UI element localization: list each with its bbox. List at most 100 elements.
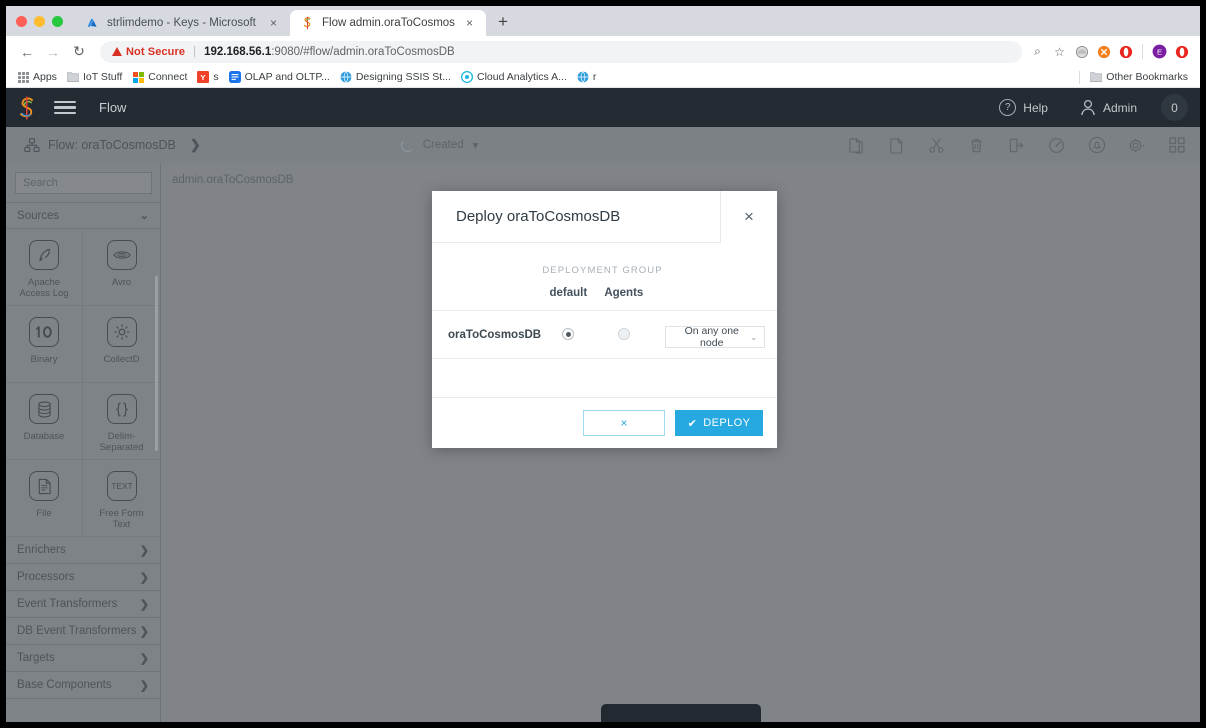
flow-status[interactable]: Created ▾ xyxy=(400,138,479,152)
node-option-select[interactable]: On any one node ⌄ xyxy=(664,325,765,349)
palette-item-free-form-text[interactable]: TEXT Free Form Text xyxy=(83,460,160,537)
delete-icon[interactable] xyxy=(967,136,986,155)
deployment-table: default Agents oraToCosmosDB On any one … xyxy=(432,287,777,359)
bookmark-star-icon[interactable]: ☆ xyxy=(1051,43,1068,60)
binary-icon xyxy=(29,317,59,347)
url-host: 192.168.56.1 xyxy=(204,45,272,58)
back-button[interactable]: ← xyxy=(14,39,40,65)
palette-item-collectd[interactable]: CollectD xyxy=(83,306,160,383)
notification-badge[interactable]: 0 xyxy=(1161,94,1188,121)
bookmark-olap-oltp[interactable]: OLAP and OLTP... xyxy=(226,71,337,83)
grid-view-icon[interactable] xyxy=(1167,136,1186,155)
cut-icon[interactable] xyxy=(927,136,946,155)
paste-icon[interactable] xyxy=(887,136,906,155)
palette-group-event-transformers[interactable]: Event Transformers ❯ xyxy=(6,591,160,618)
palette-group-targets[interactable]: Targets ❯ xyxy=(6,645,160,672)
zoom-icon[interactable]: ⌕ xyxy=(1029,43,1046,60)
help-label: Help xyxy=(1023,100,1048,115)
radio-default[interactable] xyxy=(562,328,575,341)
palette-item-label: Apache Access Log xyxy=(19,277,69,299)
bookmarks-bar: Apps IoT Stuff Connect Y s OLAP and OLTP… xyxy=(6,67,1200,88)
bookmark-apps[interactable]: Apps xyxy=(14,71,64,83)
toolbar-icons xyxy=(847,136,1186,155)
export-icon[interactable] xyxy=(1007,136,1026,155)
extension-red2-icon[interactable] xyxy=(1173,43,1190,60)
palette-item-avro[interactable]: Avro xyxy=(83,229,160,306)
chevron-right-icon[interactable]: ❯ xyxy=(140,571,149,584)
browser-window: strlimdemo - Keys - Microsoft × Flow adm… xyxy=(6,6,1200,722)
palette-group-db-event-transformers[interactable]: DB Event Transformers ❯ xyxy=(6,618,160,645)
cancel-button[interactable]: × xyxy=(583,410,665,436)
radio-agents[interactable] xyxy=(617,328,630,341)
new-tab-button[interactable]: + xyxy=(486,13,508,36)
chevron-right-icon[interactable]: ❯ xyxy=(140,679,149,692)
bookmark-connect[interactable]: Connect xyxy=(129,71,194,83)
deploy-button[interactable]: ✔ DEPLOY xyxy=(675,410,763,436)
close-window-button[interactable] xyxy=(16,16,27,27)
profile-avatar[interactable]: E xyxy=(1151,43,1168,60)
extension-orange-icon[interactable] xyxy=(1095,43,1112,60)
table-header-blank xyxy=(432,287,541,311)
search-input[interactable] xyxy=(15,172,152,194)
close-icon[interactable]: × xyxy=(720,191,777,243)
chevron-right-icon[interactable]: ❯ xyxy=(140,625,149,638)
other-bookmarks-label: Other Bookmarks xyxy=(1106,71,1188,83)
user-menu[interactable]: Admin xyxy=(1064,99,1153,116)
extension-red-icon[interactable] xyxy=(1117,43,1134,60)
bookmark-r[interactable]: r xyxy=(574,71,604,83)
palette-item-label: Avro xyxy=(111,277,132,288)
browser-tab-1[interactable]: strlimdemo - Keys - Microsoft × xyxy=(75,10,290,36)
maximize-window-button[interactable] xyxy=(52,16,63,27)
help-button[interactable]: ? Help xyxy=(983,99,1064,116)
node-select-cell[interactable]: On any one node ⌄ xyxy=(652,310,777,359)
palette-item-delim-separated[interactable]: Delim- Separated xyxy=(83,383,160,460)
chevron-right-icon[interactable]: ❯ xyxy=(140,652,149,665)
palette-item-database[interactable]: Database xyxy=(6,383,83,460)
hamburger-menu[interactable] xyxy=(54,100,76,115)
reload-button[interactable]: ↻ xyxy=(66,39,92,65)
breadcrumb[interactable]: Flow: oraToCosmosDB ❯ xyxy=(24,137,201,153)
browser-tab-2-close-icon[interactable]: × xyxy=(462,16,477,30)
chevron-down-icon[interactable]: ⌄ xyxy=(750,332,758,343)
palette-group-targets-label: Targets xyxy=(17,652,55,664)
other-bookmarks[interactable]: Other Bookmarks xyxy=(1079,70,1192,84)
browser-toolbar: ← → ↻ Not Secure | 192.168.56.1 :9080/#f… xyxy=(6,36,1200,67)
copy-icon[interactable] xyxy=(847,136,866,155)
extension-grey-icon[interactable] xyxy=(1073,43,1090,60)
radio-agents-cell[interactable] xyxy=(595,310,652,359)
minimize-window-button[interactable] xyxy=(34,16,45,27)
breadcrumb-chevron-icon[interactable]: ❯ xyxy=(190,137,201,153)
alerts-icon[interactable] xyxy=(1087,136,1106,155)
palette-scrollbar[interactable] xyxy=(155,276,158,451)
palette-item-file[interactable]: File xyxy=(6,460,83,537)
palette-group-processors[interactable]: Processors ❯ xyxy=(6,564,160,591)
browser-tab-2-title: Flow admin.oraToCosmosDB xyxy=(322,17,455,29)
check-icon: ✔ xyxy=(687,417,698,430)
chevron-right-icon[interactable]: ❯ xyxy=(140,598,149,611)
address-bar[interactable]: Not Secure | 192.168.56.1 :9080/#flow/ad… xyxy=(100,40,1022,63)
chevron-down-icon[interactable]: ⌄ xyxy=(140,209,149,222)
bookmark-iot-stuff[interactable]: IoT Stuff xyxy=(64,71,129,83)
monitor-icon[interactable] xyxy=(1047,136,1066,155)
palette-group-db-event-transformers-label: DB Event Transformers xyxy=(17,625,137,637)
browser-tab-2[interactable]: Flow admin.oraToCosmosDB × xyxy=(290,10,486,36)
canvas-bottom-panel[interactable] xyxy=(601,704,761,722)
bookmark-cloud-analytics[interactable]: Cloud Analytics A... xyxy=(458,71,574,83)
palette-group-sources[interactable]: Sources ⌄ xyxy=(6,202,160,229)
palette-group-enrichers[interactable]: Enrichers ❯ xyxy=(6,537,160,564)
deploy-button-label: DEPLOY xyxy=(703,417,751,429)
radio-default-cell[interactable] xyxy=(541,310,596,359)
chevron-right-icon[interactable]: ❯ xyxy=(140,544,149,557)
forward-button[interactable]: → xyxy=(40,39,66,65)
bookmark-s[interactable]: Y s xyxy=(194,71,225,83)
browser-tab-1-close-icon[interactable]: × xyxy=(266,16,281,30)
palette-item-binary[interactable]: Binary xyxy=(6,306,83,383)
status-caret-icon[interactable]: ▾ xyxy=(473,138,479,152)
palette-group-base-components[interactable]: Base Components ❯ xyxy=(6,672,160,699)
palette-group-base-components-label: Base Components xyxy=(17,679,112,691)
striim-logo[interactable] xyxy=(16,95,38,121)
palette-item-apache-access-log[interactable]: Apache Access Log xyxy=(6,229,83,306)
settings-icon[interactable] xyxy=(1127,136,1146,155)
blue-doc-icon xyxy=(228,71,241,83)
bookmark-designing-ssis[interactable]: Designing SSIS St... xyxy=(337,71,458,83)
